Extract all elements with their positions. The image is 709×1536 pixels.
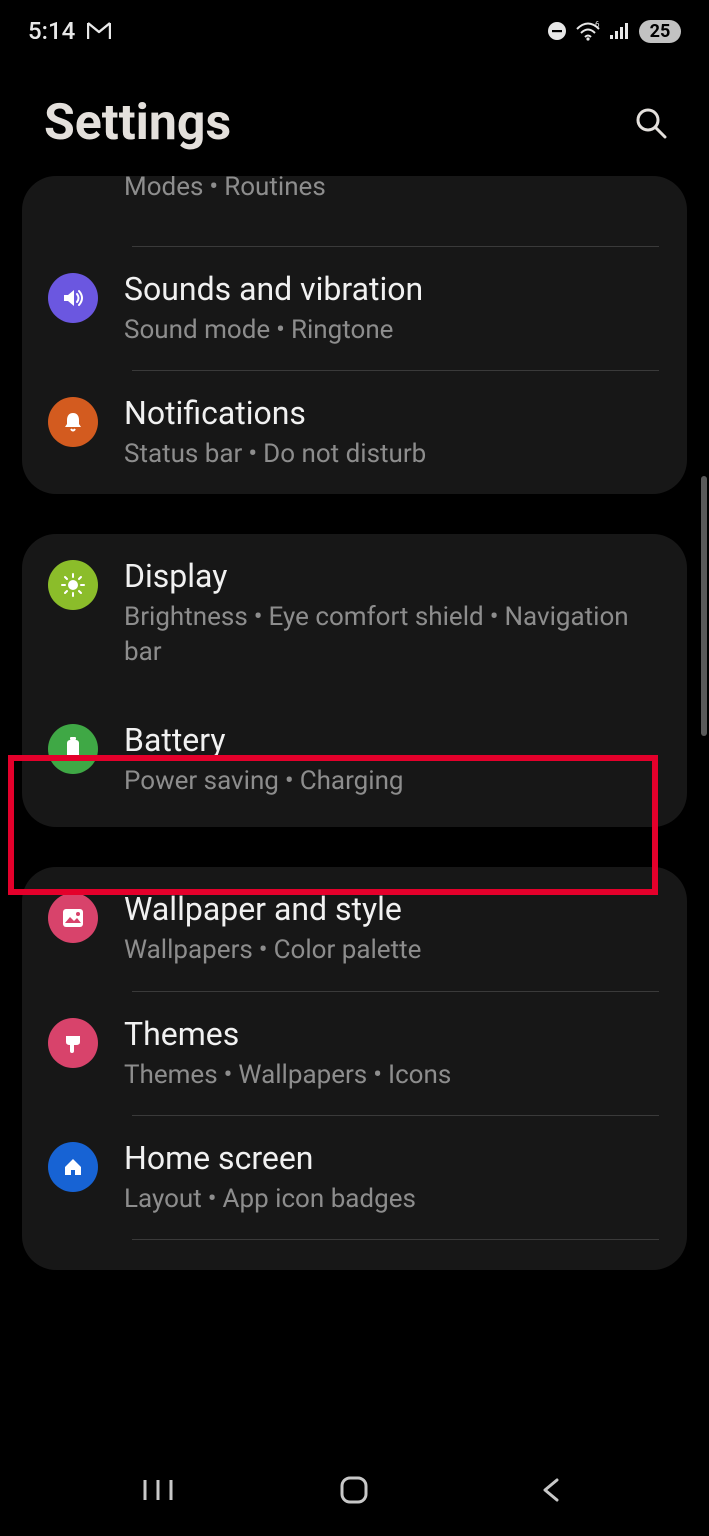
recents-icon [141, 1476, 175, 1504]
row-texts: Themes Themes•Wallpapers•Icons [124, 1014, 657, 1093]
settings-row-themes[interactable]: Themes Themes•Wallpapers•Icons [22, 992, 687, 1115]
row-title: Wallpaper and style [124, 889, 657, 929]
row-subtitle: Modes•Routines [124, 176, 657, 205]
sub-a: Sound mode [124, 315, 270, 345]
volume-icon [48, 273, 98, 323]
nav-back-button[interactable] [516, 1465, 586, 1515]
settings-group-1: Modes•Routines Sounds and vibration Soun… [22, 176, 687, 494]
row-texts: Home screen Layout•App icon badges [124, 1138, 657, 1217]
sub-a: Wallpapers [124, 935, 253, 965]
row-title: Sounds and vibration [124, 269, 657, 309]
picture-icon [48, 893, 98, 943]
sub-b: Color palette [274, 935, 422, 965]
row-texts: Sounds and vibration Sound mode•Ringtone [124, 269, 657, 348]
sub-b: Eye comfort shield [269, 602, 484, 632]
sub-b: Routines [224, 176, 326, 202]
row-title: Notifications [124, 393, 657, 433]
battery-level-badge: 25 [639, 20, 681, 43]
nav-home-button[interactable] [319, 1465, 389, 1515]
battery-icon [48, 724, 98, 774]
row-subtitle: Power saving•Charging [124, 764, 657, 799]
search-button[interactable] [629, 101, 673, 145]
status-bar: 5:14 6 25 [0, 0, 709, 56]
sub-c: Icons [388, 1060, 451, 1090]
settings-row-wallpaper[interactable]: Wallpaper and style Wallpapers•Color pal… [22, 867, 687, 990]
row-texts: Wallpaper and style Wallpapers•Color pal… [124, 889, 657, 968]
row-subtitle: Wallpapers•Color palette [124, 933, 657, 968]
brightness-icon [48, 560, 98, 610]
sub-b: Ringtone [291, 315, 394, 345]
row-subtitle: Layout•App icon badges [124, 1182, 657, 1217]
settings-row-partial[interactable] [22, 1240, 687, 1270]
dnd-icon [547, 21, 567, 41]
wifi-icon: 6 [575, 21, 601, 41]
row-title: Home screen [124, 1138, 657, 1178]
sub-b: Charging [300, 766, 404, 796]
sub-b: Do not disturb [263, 439, 426, 469]
status-right: 6 25 [547, 20, 681, 43]
back-icon [537, 1476, 565, 1504]
row-title: Display [124, 556, 657, 596]
settings-row-battery[interactable]: Battery Power saving•Charging [22, 692, 687, 827]
sub-a: Status bar [124, 439, 242, 469]
settings-group-2: Display Brightness•Eye comfort shield•Na… [22, 534, 687, 827]
nav-recents-button[interactable] [123, 1465, 193, 1515]
sub-a: Power saving [124, 766, 279, 796]
sub-a: Themes [124, 1060, 218, 1090]
sub-b: App icon badges [223, 1184, 416, 1214]
settings-group-3: Wallpaper and style Wallpapers•Color pal… [22, 867, 687, 1269]
navigation-bar [0, 1456, 709, 1536]
row-subtitle: Themes•Wallpapers•Icons [124, 1058, 657, 1093]
settings-row-home[interactable]: Home screen Layout•App icon badges [22, 1116, 687, 1239]
svg-text:6: 6 [595, 21, 600, 29]
status-time: 5:14 [28, 17, 75, 45]
paint-brush-icon [48, 1018, 98, 1068]
search-icon [634, 106, 668, 140]
row-title: Themes [124, 1014, 657, 1054]
signal-icon [609, 22, 631, 40]
row-texts: Modes•Routines [124, 176, 657, 205]
page-title: Settings [44, 94, 231, 152]
header: Settings [0, 56, 709, 176]
settings-row-display[interactable]: Display Brightness•Eye comfort shield•Na… [22, 534, 687, 692]
row-subtitle: Status bar•Do not disturb [124, 437, 657, 472]
sub-a: Modes [124, 176, 203, 202]
sub-a: Brightness [124, 602, 248, 632]
row-texts: Battery Power saving•Charging [124, 720, 657, 799]
row-subtitle: Brightness•Eye comfort shield•Navigation… [124, 600, 657, 670]
row-texts: Notifications Status bar•Do not disturb [124, 393, 657, 472]
settings-row-notifications[interactable]: Notifications Status bar•Do not disturb [22, 371, 687, 494]
settings-row-modes[interactable]: Modes•Routines [22, 176, 687, 246]
row-texts: Display Brightness•Eye comfort shield•Na… [124, 556, 657, 670]
sub-b: Wallpapers [238, 1060, 367, 1090]
settings-list[interactable]: Modes•Routines Sounds and vibration Soun… [0, 176, 709, 1456]
gmail-icon [87, 22, 111, 40]
home-icon [48, 1142, 98, 1192]
sub-a: Layout [124, 1184, 202, 1214]
status-left: 5:14 [28, 17, 111, 45]
settings-row-sounds[interactable]: Sounds and vibration Sound mode•Ringtone [22, 247, 687, 370]
bell-icon [48, 397, 98, 447]
row-subtitle: Sound mode•Ringtone [124, 313, 657, 348]
scrollbar-thumb[interactable] [701, 476, 707, 736]
home-nav-icon [337, 1473, 371, 1507]
row-title: Battery [124, 720, 657, 760]
